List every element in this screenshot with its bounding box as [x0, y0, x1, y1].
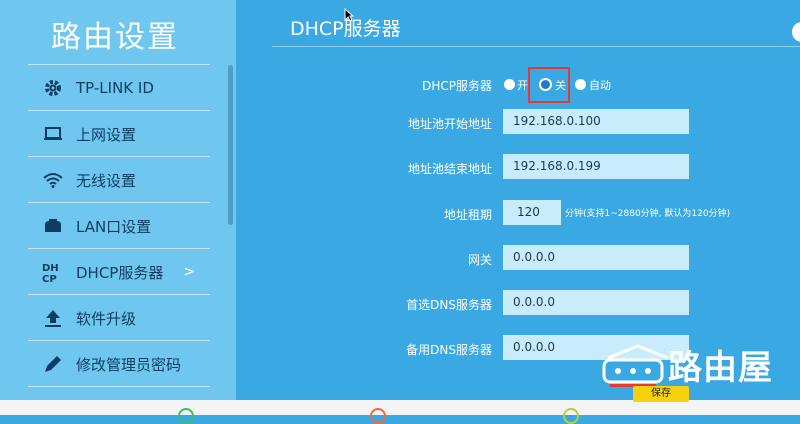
pool-end-label: 地址池结束地址	[407, 162, 492, 176]
app-title: 路由设置	[51, 20, 179, 55]
radio-auto-label: 自动	[589, 79, 611, 92]
svg-text:CP: CP	[42, 274, 57, 283]
sidebar-item-password[interactable]: 修改管理员密码	[28, 342, 218, 386]
sidebar-item-dhcp[interactable]: DH CP DHCP服务器 >	[28, 250, 218, 294]
pool-end-input[interactable]: 192.168.0.199	[503, 154, 689, 179]
sidebar-item-upgrade[interactable]: 软件升级	[28, 296, 218, 340]
pool-start-label: 地址池开始地址	[407, 117, 492, 131]
sidebar-item-label: 无线设置	[76, 171, 137, 190]
bottom-bar	[0, 400, 800, 415]
sidebar-scrollbar[interactable]	[228, 65, 233, 225]
divider	[28, 386, 210, 387]
gateway-label: 网关	[467, 253, 492, 267]
chevron-right-icon: >	[183, 264, 196, 280]
lan-icon	[42, 215, 64, 237]
lease-label: 地址租期	[443, 208, 492, 222]
sidebar-item-label: 上网设置	[76, 125, 137, 144]
sidebar-item-label: TP-LINK ID	[76, 79, 154, 97]
pencil-icon	[42, 353, 64, 375]
sidebar-item-label: 软件升级	[76, 309, 137, 328]
lease-hint: 分钟(支持1~2880分钟, 默认为120分钟)	[565, 209, 731, 219]
dns2-label: 备用DNS服务器	[406, 343, 492, 357]
wifi-icon	[42, 169, 64, 191]
gateway-input[interactable]: 0.0.0.0	[503, 245, 689, 270]
divider	[28, 294, 210, 295]
lease-input[interactable]: 120	[503, 200, 561, 225]
dns1-input[interactable]: 0.0.0.0	[503, 290, 689, 315]
divider	[28, 110, 210, 111]
dns1-label: 首选DNS服务器	[406, 298, 492, 312]
radio-on-label: 开	[517, 79, 528, 92]
sidebar: 路由设置 TP-LINK ID 上网设置 无线设置 LAN口设置 DH CP DH…	[0, 0, 236, 400]
status-dot-green-icon	[178, 408, 194, 424]
dhcp-icon: DH CP	[42, 261, 64, 283]
watermark-text: 路由屋	[668, 348, 773, 388]
highlight-box	[528, 67, 570, 103]
divider	[28, 156, 210, 157]
status-dot-lime-icon	[563, 408, 579, 424]
radio-auto[interactable]	[575, 79, 586, 90]
pool-start-input[interactable]: 192.168.0.100	[503, 109, 689, 134]
svg-text:DH: DH	[42, 263, 59, 274]
sidebar-item-label: DHCP服务器	[76, 263, 164, 282]
divider	[28, 248, 210, 249]
gear-icon	[42, 77, 64, 99]
divider	[28, 340, 210, 341]
dhcp-server-label: DHCP服务器	[422, 79, 492, 93]
mouse-cursor-icon	[344, 8, 354, 22]
radio-on[interactable]	[504, 79, 515, 90]
divider	[28, 202, 210, 203]
sidebar-item-internet[interactable]: 上网设置	[28, 112, 218, 156]
sidebar-item-tplink-id[interactable]: TP-LINK ID	[28, 66, 218, 110]
sidebar-item-label: 修改管理员密码	[76, 355, 182, 374]
sidebar-item-lan[interactable]: LAN口设置	[28, 204, 218, 248]
status-dot-orange-icon	[370, 408, 386, 424]
monitor-icon	[42, 123, 64, 145]
sidebar-item-wireless[interactable]: 无线设置	[28, 158, 218, 202]
save-button[interactable]: 保存	[633, 386, 689, 402]
sidebar-item-label: LAN口设置	[76, 217, 152, 236]
upload-icon	[42, 307, 64, 329]
divider	[272, 46, 800, 47]
divider	[28, 64, 210, 65]
